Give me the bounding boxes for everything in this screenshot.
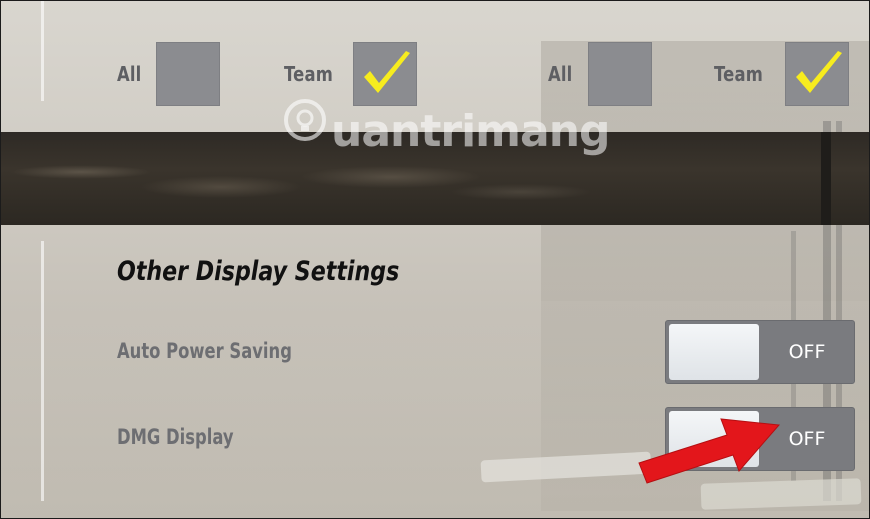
toggle-knob [669, 324, 759, 380]
toggle-state: OFF [788, 341, 826, 363]
filter-team-checkbox[interactable] [353, 42, 417, 106]
setting-label-auto-power-saving: Auto Power Saving [117, 339, 292, 363]
setting-label-dmg-display: DMG Display [117, 425, 234, 449]
section-title: Other Display Settings [117, 256, 400, 287]
watermark-text: uantrimang [331, 106, 611, 157]
filter-team-label: Team [284, 62, 333, 86]
filter-all-label: All [117, 62, 142, 86]
background-post [821, 132, 831, 225]
side-divider [41, 241, 44, 501]
auto-power-saving-toggle[interactable]: OFF [665, 320, 855, 384]
filter-team-label: Team [714, 62, 763, 86]
side-divider [41, 1, 44, 101]
filter-all-checkbox[interactable] [156, 42, 220, 106]
checkmark-icon [796, 51, 842, 93]
lightbulb-icon [284, 99, 326, 141]
game-settings-panel: All Team All Team uantrimang Other Displ… [0, 0, 870, 519]
filter-team-checkbox[interactable] [785, 42, 849, 106]
filter-all-checkbox[interactable] [588, 42, 652, 106]
filter-all-label: All [548, 62, 573, 86]
arrow-annotation [638, 418, 781, 484]
checkmark-icon [364, 51, 410, 93]
